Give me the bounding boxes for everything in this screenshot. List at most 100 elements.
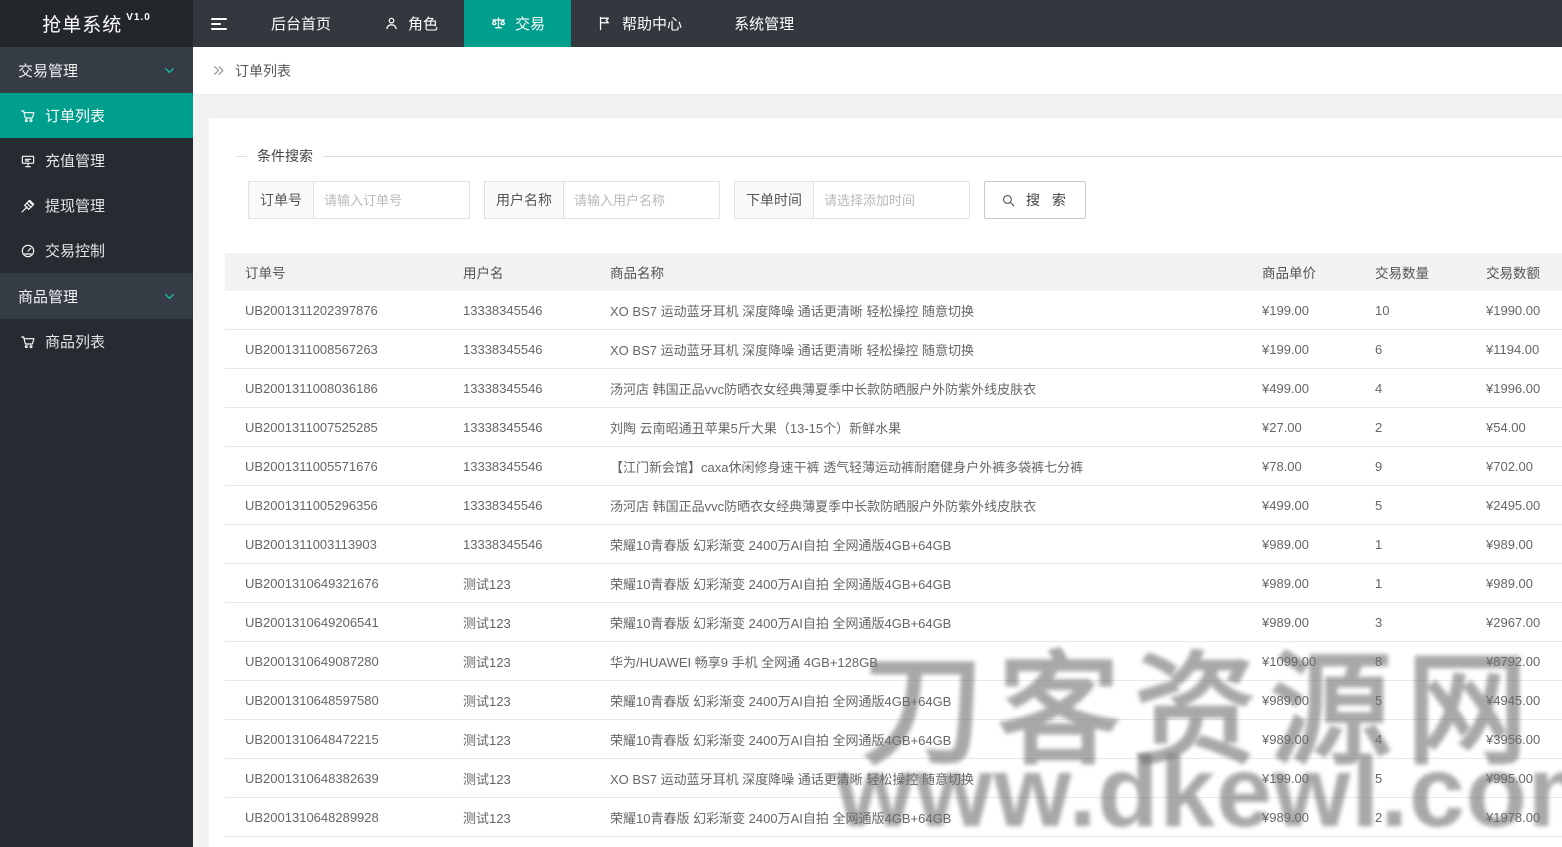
order-time-input[interactable] xyxy=(814,182,969,218)
cell-order-no: UB2001310649087280 xyxy=(225,654,443,669)
search-fieldset: 条件搜索 订单号 用户名称 下单时间 搜 索 xyxy=(237,146,1562,219)
sidebar-item-label: 提现管理 xyxy=(45,195,105,216)
cell-product: 荣耀10青春版 幻彩渐变 2400万AI自拍 全网通版4GB+64GB xyxy=(590,808,1242,827)
top-nav-menu: 后台首页 角色 交易 帮助中心 系统管理 xyxy=(245,0,820,47)
cell-price: ¥989.00 xyxy=(1242,693,1355,708)
cell-price: ¥1099.00 xyxy=(1242,654,1355,669)
table-row: UB2001310649206541 测试123 荣耀10青春版 幻彩渐变 24… xyxy=(225,603,1562,642)
search-form: 订单号 用户名称 下单时间 搜 索 xyxy=(237,181,1562,219)
order-no-input[interactable] xyxy=(314,182,469,218)
username-field-group: 用户名称 xyxy=(484,181,720,219)
cell-price: ¥199.00 xyxy=(1242,303,1355,318)
cell-product: 【江门新会馆】caxa休闲修身速干裤 透气轻薄运动裤耐磨健身户外裤多袋裤七分裤 xyxy=(590,457,1242,476)
cell-username: 13338345546 xyxy=(443,303,590,318)
cell-price: ¥199.00 xyxy=(1242,342,1355,357)
cell-username: 13338345546 xyxy=(443,381,590,396)
table-row: UB2001311005571676 13338345546 【江门新会馆】ca… xyxy=(225,447,1562,486)
cell-username: 测试123 xyxy=(443,652,590,671)
cell-quantity: 9 xyxy=(1355,459,1466,474)
cell-amount: ¥4945.00 xyxy=(1466,693,1562,708)
column-header-product: 商品名称 xyxy=(590,262,1242,282)
app-version: V1.0 xyxy=(126,12,151,23)
table-row: UB2001310648289928 测试123 荣耀10青春版 幻彩渐变 24… xyxy=(225,798,1562,837)
breadcrumb-label: 订单列表 xyxy=(235,61,291,81)
cell-order-no: UB2001310649321676 xyxy=(225,576,443,591)
table-row: UB2001310649087280 测试123 华为/HUAWEI 畅享9 手… xyxy=(225,642,1562,681)
order-time-field-label: 下单时间 xyxy=(735,182,814,218)
cell-product: 荣耀10青春版 幻彩渐变 2400万AI自拍 全网通版4GB+64GB xyxy=(590,691,1242,710)
cell-price: ¥78.00 xyxy=(1242,459,1355,474)
cell-product: 荣耀10青春版 幻彩渐变 2400万AI自拍 全网通版4GB+64GB xyxy=(590,574,1242,593)
cell-amount: ¥1194.00 xyxy=(1466,342,1562,357)
column-header-amount: 交易数额 xyxy=(1466,262,1562,282)
scales-icon xyxy=(490,15,507,32)
cell-product: 刘陶 云南昭通丑苹果5斤大果（13-15个）新鲜水果 xyxy=(590,418,1242,437)
cart-icon xyxy=(20,108,36,124)
person-icon xyxy=(383,15,400,32)
nav-item-dashboard[interactable]: 后台首页 xyxy=(245,0,357,47)
sidebar-item-withdraw-management[interactable]: 提现管理 xyxy=(0,183,193,228)
cart-icon xyxy=(20,334,36,350)
sidebar-item-trade-control[interactable]: 交易控制 xyxy=(0,228,193,273)
sidebar: 交易管理 订单列表 充值管理 提现管理 交易控制 商品管理 商品列表 xyxy=(0,47,193,847)
nav-item-system-management[interactable]: 系统管理 xyxy=(708,0,820,47)
nav-item-roles[interactable]: 角色 xyxy=(357,0,464,47)
cell-amount: ¥989.00 xyxy=(1466,537,1562,552)
cell-quantity: 5 xyxy=(1355,693,1466,708)
column-header-order-no: 订单号 xyxy=(225,262,443,282)
cell-username: 13338345546 xyxy=(443,459,590,474)
cell-username: 13338345546 xyxy=(443,342,590,357)
cell-order-no: UB2001311008036186 xyxy=(225,381,443,396)
nav-item-trade[interactable]: 交易 xyxy=(464,0,571,47)
gauge-icon xyxy=(20,243,36,259)
username-input[interactable] xyxy=(564,182,719,218)
nav-item-label: 系统管理 xyxy=(734,13,794,34)
cell-quantity: 3 xyxy=(1355,615,1466,630)
column-header-username: 用户名 xyxy=(443,262,590,282)
cell-order-no: UB2001311202397876 xyxy=(225,303,443,318)
cell-quantity: 1 xyxy=(1355,537,1466,552)
sidebar-group-trade-management[interactable]: 交易管理 xyxy=(0,47,193,93)
cell-quantity: 4 xyxy=(1355,732,1466,747)
cell-product: 荣耀10青春版 幻彩渐变 2400万AI自拍 全网通版4GB+64GB xyxy=(590,730,1242,749)
table-header-row: 订单号 用户名 商品名称 商品单价 交易数量 交易数额 xyxy=(225,253,1562,291)
table-row: UB2001310648382639 测试123 XO BS7 运动蓝牙耳机 深… xyxy=(225,759,1562,798)
cell-quantity: 2 xyxy=(1355,810,1466,825)
cell-product: 荣耀10青春版 幻彩渐变 2400万AI自拍 全网通版4GB+64GB xyxy=(590,535,1242,554)
cell-amount: ¥3956.00 xyxy=(1466,732,1562,747)
sidebar-group-label: 交易管理 xyxy=(18,60,78,81)
app-logo: 抢单系统 V1.0 xyxy=(0,0,193,47)
search-button[interactable]: 搜 索 xyxy=(984,181,1086,219)
cell-quantity: 1 xyxy=(1355,576,1466,591)
orders-table: 订单号 用户名 商品名称 商品单价 交易数量 交易数额 UB2001311202… xyxy=(225,253,1562,847)
table-body: UB2001311202397876 13338345546 XO BS7 运动… xyxy=(225,291,1562,847)
sidebar-item-recharge-management[interactable]: 充值管理 xyxy=(0,138,193,183)
cell-price: ¥989.00 xyxy=(1242,810,1355,825)
cell-order-no: UB2001311005571676 xyxy=(225,459,443,474)
cell-product: 荣耀10青春版 幻彩渐变 2400万AI自拍 全网通版4GB+64GB xyxy=(590,613,1242,632)
cell-product: 汤河店 韩国正品vvc防晒衣女经典薄夏季中长款防晒服户外防紫外线皮肤衣 xyxy=(590,379,1242,398)
sidebar-item-product-list[interactable]: 商品列表 xyxy=(0,319,193,364)
sidebar-item-label: 充值管理 xyxy=(45,150,105,171)
cell-price: ¥499.00 xyxy=(1242,381,1355,396)
sidebar-group-product-management[interactable]: 商品管理 xyxy=(0,273,193,319)
cell-amount: ¥1996.00 xyxy=(1466,381,1562,396)
table-row: UB2001310648472215 测试123 荣耀10青春版 幻彩渐变 24… xyxy=(225,720,1562,759)
cell-quantity: 6 xyxy=(1355,342,1466,357)
cell-price: ¥199.00 xyxy=(1242,771,1355,786)
cell-product: 汤河店 韩国正品vvc防晒衣女经典薄夏季中长款防晒服户外防紫外线皮肤衣 xyxy=(590,496,1242,515)
cell-quantity: 8 xyxy=(1355,654,1466,669)
cell-amount: ¥1990.00 xyxy=(1466,303,1562,318)
app-title: 抢单系统 xyxy=(42,10,122,37)
sidebar-item-order-list[interactable]: 订单列表 xyxy=(0,93,193,138)
cell-quantity: 4 xyxy=(1355,381,1466,396)
top-navbar: 抢单系统 V1.0 后台首页 角色 交易 帮助中心 系统管理 xyxy=(0,0,1562,47)
cell-amount: ¥8792.00 xyxy=(1466,654,1562,669)
cell-quantity: 5 xyxy=(1355,498,1466,513)
cell-amount: ¥54.00 xyxy=(1466,420,1562,435)
flag-icon xyxy=(597,15,614,32)
cell-price: ¥499.00 xyxy=(1242,498,1355,513)
nav-item-help-center[interactable]: 帮助中心 xyxy=(571,0,708,47)
cell-order-no: UB2001310648382639 xyxy=(225,771,443,786)
menu-toggle-icon[interactable] xyxy=(193,0,245,47)
